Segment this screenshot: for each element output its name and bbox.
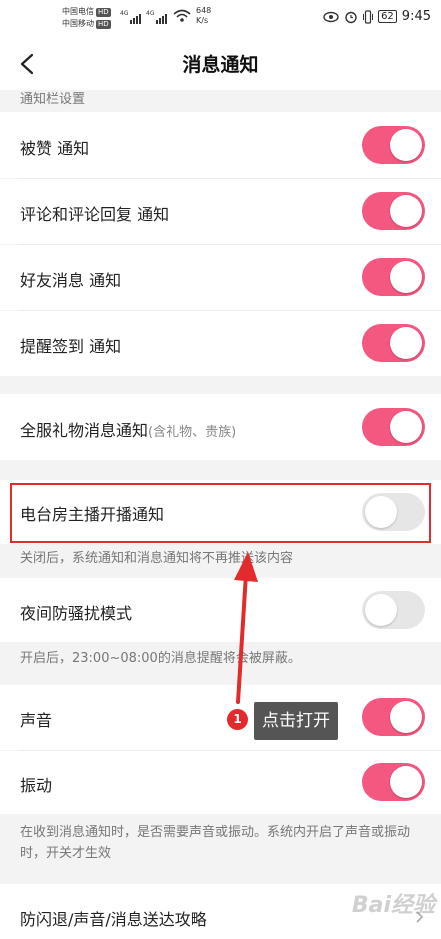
instruction-tooltip: 点击打开: [254, 702, 338, 740]
watermark: Bai经验: [351, 893, 435, 918]
step-badge: 1: [227, 709, 248, 730]
arrow-icon: [234, 552, 258, 704]
screen: 中国电信 HD 中国移动 HD 4G 4G 648 K/s 62 9:45 消息…: [0, 0, 441, 939]
